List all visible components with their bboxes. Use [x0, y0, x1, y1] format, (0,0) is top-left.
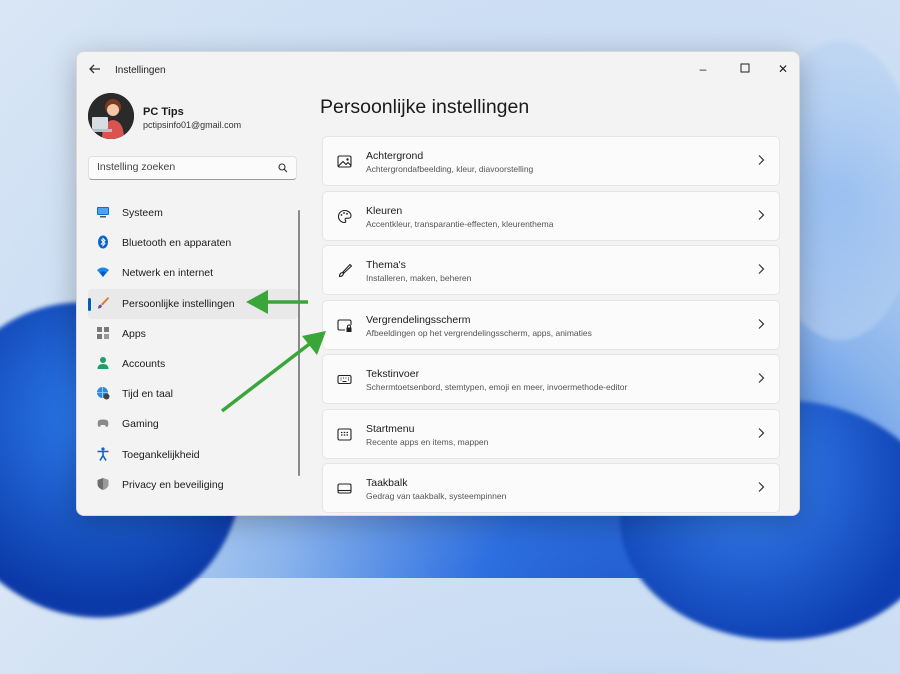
- sidebar-item-label: Accounts: [122, 357, 166, 370]
- monitor-icon: [97, 207, 109, 218]
- search-box[interactable]: [88, 156, 297, 180]
- chevron-right-icon: [758, 482, 765, 492]
- chevron-right-icon: [758, 155, 765, 165]
- sidebar-item-label: Gaming: [122, 418, 159, 431]
- card-title: Kleuren: [366, 204, 403, 217]
- image-icon: [337, 155, 352, 168]
- sidebar-item-privacy[interactable]: Privacy en beveiliging: [88, 470, 298, 500]
- keyboard-icon: [337, 374, 352, 385]
- card-description: Afbeeldingen op het vergrendelingsscherm…: [366, 327, 592, 338]
- sidebar-item-bluetooth[interactable]: Bluetooth en apparaten: [88, 228, 298, 258]
- card-title: Startmenu: [366, 422, 415, 435]
- card-title: Vergrendelingsscherm: [366, 313, 471, 326]
- card-title: Taakbalk: [366, 477, 408, 489]
- card-title: Achtergrond: [366, 150, 424, 162]
- arrow-left-icon: [89, 64, 100, 74]
- chevron-right-icon: [758, 427, 765, 438]
- gamepad-icon: [97, 419, 109, 428]
- sidebar-item-label: Apps: [122, 327, 146, 340]
- close-button[interactable]: ✕: [771, 58, 795, 80]
- taskbar-icon: [337, 483, 352, 494]
- settings-card-list: Achtergrond Achtergrondafbeelding, kleur…: [322, 136, 780, 515]
- chevron-right-icon: [758, 318, 765, 329]
- chevron-right-icon: [758, 264, 765, 274]
- sidebar-item-apps[interactable]: Apps: [88, 319, 298, 349]
- search-icon[interactable]: [278, 163, 288, 173]
- lock-screen-icon: [337, 318, 352, 332]
- brush-icon: [338, 263, 352, 278]
- card-title: Thema's: [366, 259, 406, 271]
- card-description: Schermtoetsenbord, stemtypen, emoji en m…: [366, 382, 628, 392]
- settings-card-tekstinvoer[interactable]: Tekstinvoer Schermtoetsenbord, stemtypen…: [322, 354, 780, 404]
- maximize-button[interactable]: [733, 58, 757, 80]
- person-icon: [97, 356, 109, 369]
- sidebar-item-tijd-en-taal[interactable]: Tijd en taal: [88, 379, 298, 409]
- page-title: Persoonlijke instellingen: [320, 96, 530, 118]
- user-email: pctipsinfo01@gmail.com: [143, 120, 242, 130]
- maximize-icon: [740, 63, 750, 73]
- sidebar-item-label: Persoonlijke instellingen: [122, 297, 235, 310]
- settings-card-vergrendelingsscherm[interactable]: Vergrendelingsscherm Afbeeldingen op het…: [322, 299, 780, 350]
- settings-card-achtergrond[interactable]: Achtergrond Achtergrondafbeelding, kleur…: [322, 136, 780, 186]
- sidebar-item-persoonlijke-instellingen[interactable]: Persoonlijke instellingen: [88, 288, 298, 319]
- paintbrush-icon: [98, 296, 109, 309]
- sidebar-item-systeem[interactable]: Systeem: [88, 198, 298, 228]
- bluetooth-icon: [98, 235, 108, 249]
- card-description: Installeren, maken, beheren: [366, 273, 472, 283]
- back-button[interactable]: [87, 62, 103, 78]
- globe-clock-icon: [97, 387, 110, 400]
- apps-icon: [97, 326, 109, 339]
- sidebar-item-netwerk[interactable]: Netwerk en internet: [88, 258, 298, 288]
- card-description: Recente apps en items, mappen: [366, 436, 489, 447]
- app-title: Instellingen: [115, 65, 166, 76]
- settings-card-startmenu[interactable]: Startmenu Recente apps en items, mappen: [322, 408, 780, 459]
- card-description: Accentkleur, transparantie-effecten, kle…: [366, 218, 554, 229]
- sidebar-nav: Systeem Bluetooth en apparaten Netwerk e…: [88, 198, 298, 500]
- title-bar: Instellingen – ✕: [77, 52, 799, 88]
- sidebar-item-gaming[interactable]: Gaming: [88, 409, 298, 439]
- user-name: PC Tips: [143, 106, 184, 118]
- settings-window: Instellingen – ✕ PC Tips pctipsinfo01@gm…: [76, 51, 800, 516]
- settings-card-kleuren[interactable]: Kleuren Accentkleur, transparantie-effec…: [322, 190, 780, 241]
- chevron-right-icon: [758, 373, 765, 383]
- card-description: Achtergrondafbeelding, kleur, diavoorste…: [366, 164, 534, 174]
- card-title: Tekstinvoer: [366, 368, 420, 380]
- chevron-right-icon: [758, 209, 765, 220]
- sidebar-item-label: Bluetooth en apparaten: [122, 237, 232, 250]
- sidebar-item-label: Systeem: [122, 207, 163, 219]
- palette-icon: [337, 209, 352, 223]
- sidebar-item-label: Netwerk en internet: [122, 267, 214, 280]
- sidebar-item-label: Privacy en beveiliging: [122, 478, 224, 491]
- settings-card-taakbalk[interactable]: Taakbalk Gedrag van taakbalk, systeempin…: [322, 463, 780, 513]
- card-description: Gedrag van taakbalk, systeempinnen: [366, 491, 507, 501]
- shield-icon: [97, 477, 109, 490]
- search-input[interactable]: [97, 161, 267, 173]
- accessibility-icon: [97, 446, 109, 461]
- minimize-button[interactable]: –: [691, 58, 715, 80]
- sidebar-item-toegankelijkheid[interactable]: Toegankelijkheid: [88, 440, 298, 470]
- avatar-picture: [88, 93, 134, 139]
- sidebar-scrollbar[interactable]: [298, 210, 300, 476]
- sidebar-item-label: Toegankelijkheid: [122, 448, 200, 461]
- sidebar-item-label: Tijd en taal: [122, 388, 173, 401]
- avatar[interactable]: [88, 93, 134, 139]
- sidebar-item-accounts[interactable]: Accounts: [88, 349, 298, 379]
- start-menu-icon: [337, 427, 352, 441]
- wifi-icon: [97, 267, 109, 278]
- settings-card-themas[interactable]: Thema's Installeren, maken, beheren: [322, 245, 780, 295]
